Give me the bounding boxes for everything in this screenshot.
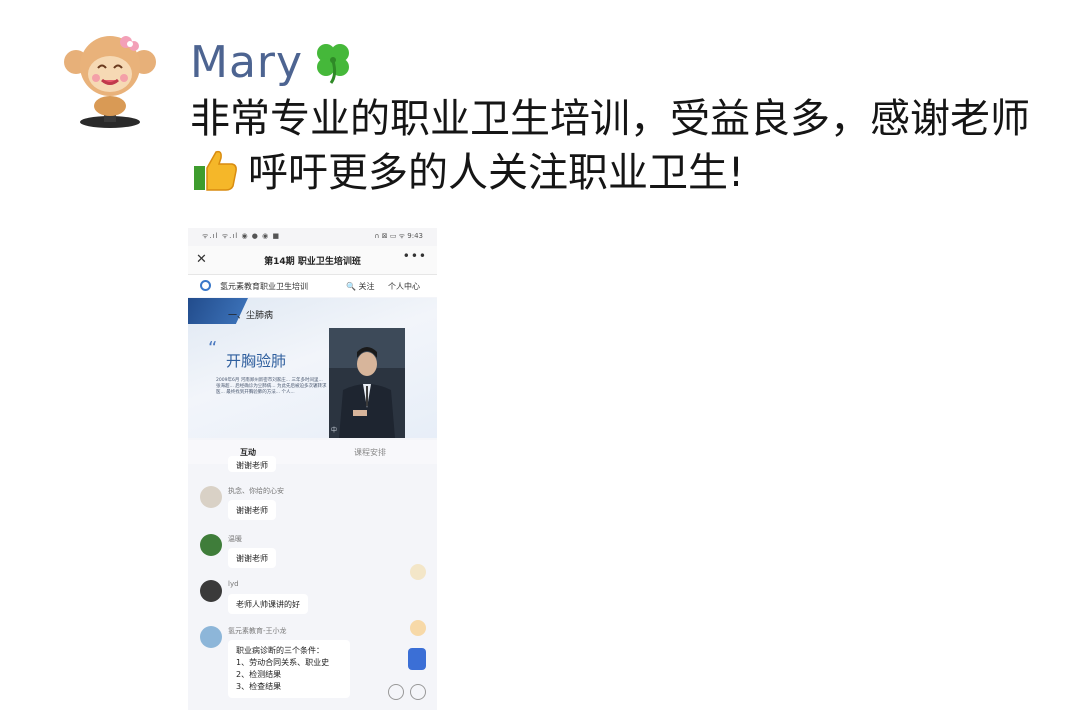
status-right: ∩ ⊠ ▭ ᯤ 9:43 — [374, 232, 423, 240]
chat-bubble: 谢谢老师 — [228, 548, 276, 568]
chat-username: lyd — [228, 580, 239, 588]
chat-message: 谢谢老师 — [236, 506, 268, 515]
chat-bubble: 老师人帅课讲的好 — [228, 594, 308, 614]
app-entry-icon[interactable] — [408, 648, 426, 670]
user-avatar[interactable] — [200, 626, 222, 648]
personal-center-link[interactable]: 个人中心 — [388, 281, 420, 292]
chat-username: 温暖 — [228, 535, 242, 543]
chat-message-line: 2、检测结果 — [236, 670, 282, 679]
chat-username: 执念、你给的心安 — [228, 487, 284, 495]
chat-username: 氢元素教育-王小龙 — [228, 627, 287, 635]
user-avatar[interactable] — [200, 580, 222, 602]
post-text: 非常专业的职业卫生培训，受益良多，感谢老师 呼吁更多的人关注职业卫生! — [190, 92, 1030, 200]
chat-message: 谢谢老师 — [236, 554, 268, 563]
tab-schedule[interactable]: 课程安排 — [354, 447, 386, 458]
video-caption: 中 — [331, 426, 337, 434]
monkey-avatar-icon[interactable] — [60, 28, 160, 130]
chat-bubble: 谢谢老师 — [228, 500, 276, 520]
more-icon[interactable]: ••• — [403, 249, 427, 263]
slide-title: 一、尘肺病 — [228, 311, 274, 321]
chat-message-line: 职业病诊断的三个条件： — [236, 646, 324, 655]
tab-bar: 互动 课程安排 — [188, 440, 437, 464]
slide-heading: 开胸验肺 — [226, 352, 287, 370]
reaction-icon[interactable] — [410, 564, 426, 580]
chat-message: 老师人帅课讲的好 — [236, 600, 300, 609]
comment-icon[interactable] — [388, 684, 404, 700]
chat-message-line: 1、劳动合同关系、职业史 — [236, 658, 330, 667]
chat-list[interactable]: 谢谢老师 执念、你给的心安 谢谢老师 温暖 谢谢老师 lyd 老师人帅课讲的好 … — [188, 456, 437, 710]
presenter-image: 中 — [329, 328, 405, 438]
follow-button[interactable]: 🔍 关注 — [346, 281, 375, 292]
chat-bubble: 职业病诊断的三个条件： 1、劳动合同关系、职业史 2、检测结果 3、检查结果 — [228, 640, 350, 698]
post-text-part2: 呼吁更多的人关注职业卫生! — [248, 150, 745, 196]
embedded-phone-screenshot[interactable]: ᯤ.ıl ᯤ.ıl ◉ ● ◉ ■ ∩ ⊠ ▭ ᯤ 9:43 ✕ 第14期 职业… — [188, 228, 437, 710]
user-avatar[interactable] — [200, 534, 222, 556]
chat-message-line: 3、检查结果 — [236, 682, 282, 691]
four-leaf-clover-icon — [309, 39, 355, 85]
org-logo-icon — [200, 280, 211, 291]
post-text-part1: 非常专业的职业卫生培训，受益良多，感谢老师 — [190, 96, 1030, 142]
gift-icon[interactable] — [410, 620, 426, 636]
author-name[interactable]: Mary — [190, 32, 355, 92]
user-avatar[interactable] — [200, 486, 222, 508]
video-player[interactable]: 一、尘肺病 “ 开胸验肺 2009年6月 河南郑州新密市刘家庄... 三年多时间… — [188, 298, 437, 438]
share-icon[interactable] — [410, 684, 426, 700]
status-left: ᯤ.ıl ᯤ.ıl ◉ ● ◉ ■ — [202, 232, 281, 240]
thumbs-up-icon — [192, 148, 238, 192]
phone-title-bar: ✕ 第14期 职业卫生培训班 ••• — [188, 246, 437, 275]
quote-open-mark: “ — [208, 338, 218, 359]
org-bar: 氢元素教育职业卫生培训 🔍 关注 个人中心 — [188, 275, 437, 297]
slide-paragraph: 2009年6月 河南郑州新密市刘家庄... 三年多时间里... 张海超... 后… — [216, 378, 327, 395]
author-name-text[interactable]: Mary — [190, 37, 303, 88]
course-title: 第14期 职业卫生培训班 — [264, 257, 361, 267]
chat-bubble: 谢谢老师 — [228, 456, 276, 472]
org-name[interactable]: 氢元素教育职业卫生培训 — [220, 281, 308, 292]
chat-message: 谢谢老师 — [236, 461, 268, 470]
phone-status-bar: ᯤ.ıl ᯤ.ıl ◉ ● ◉ ■ ∩ ⊠ ▭ ᯤ 9:43 — [188, 228, 437, 246]
